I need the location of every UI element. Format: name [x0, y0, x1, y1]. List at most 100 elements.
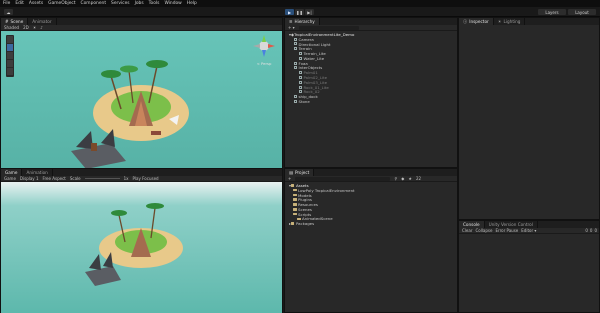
lighting-icon[interactable]: ☀ [33, 25, 37, 30]
gameobject-icon [299, 56, 302, 60]
packages-row[interactable]: ▸ Packages [289, 221, 455, 226]
gameobject-icon [294, 66, 297, 70]
scale-slider[interactable] [84, 178, 120, 179]
inspector-tabs: ⓘ Inspector ☀ Lighting [459, 18, 599, 25]
menu-services[interactable]: Services [111, 1, 130, 6]
menu-component[interactable]: Component [81, 1, 107, 6]
gameobject-icon [294, 42, 297, 46]
menu-window[interactable]: Window [164, 1, 181, 6]
asset-count: 22 [415, 176, 422, 181]
gameobject-icon [299, 80, 302, 84]
error-count[interactable]: 0 [594, 228, 597, 233]
star-icon[interactable]: ★ [408, 176, 412, 181]
audio-icon[interactable]: ♪ [40, 25, 43, 30]
tab-lighting[interactable]: ☀ Lighting [494, 18, 526, 25]
move-tool-icon[interactable] [7, 44, 13, 51]
tab-lighting-label: Lighting [503, 19, 521, 24]
project-tree: ▾ Assets LowPoly TropicalEnvironment Model… [289, 183, 455, 226]
tab-animator-label: Animator [32, 19, 52, 24]
scene-viewport[interactable]: < Persp [1, 31, 282, 168]
menu-tools[interactable]: Tools [149, 1, 160, 6]
game-island-render [85, 203, 183, 286]
tool-palette [6, 35, 14, 77]
tab-project-label: Project [294, 170, 310, 175]
menu-file[interactable]: File [3, 1, 10, 6]
menu-help[interactable]: Help [187, 1, 197, 6]
hierarchy-add-button[interactable]: + ▾ [288, 25, 295, 30]
folder-icon [293, 188, 297, 192]
gameobject-icon [299, 85, 302, 89]
inspector-panel: ⓘ Inspector ☀ Lighting [458, 17, 600, 220]
tab-game[interactable]: Game [1, 169, 23, 176]
hierarchy-item-label: Stone [298, 99, 310, 105]
menu-assets[interactable]: Assets [29, 1, 43, 6]
warning-count[interactable]: 0 [590, 228, 593, 233]
hierarchy-item[interactable]: Stone [289, 99, 455, 104]
collapse-button[interactable]: Collapse [475, 228, 492, 233]
play-button[interactable]: ▶ [285, 9, 294, 15]
scene-island-render [71, 60, 189, 168]
game-view-dropdown[interactable]: Game [4, 176, 16, 181]
tab-scene-label: Scene [10, 19, 24, 24]
light-icon: ☀ [497, 19, 502, 24]
tab-animation[interactable]: Animation [22, 169, 53, 176]
tab-version-control-label: Unity Version Control [488, 222, 533, 227]
pause-button[interactable]: ❚❚ [295, 9, 304, 15]
scale-label: Scale [69, 176, 81, 181]
tab-inspector-label: Inspector [469, 19, 489, 24]
tab-version-control[interactable]: Unity Version Control [485, 221, 538, 228]
scene-tab-icon: # [5, 19, 9, 24]
play-mode-dropdown[interactable]: Play Focused [133, 176, 159, 181]
hierarchy-tabs: ≡ Hierarchy [285, 18, 457, 25]
editor-dropdown[interactable]: Editor ▾ [521, 228, 536, 233]
display-dropdown[interactable]: Display 1 [20, 176, 39, 181]
project-add-button[interactable]: + [288, 176, 291, 181]
hand-tool-icon[interactable] [7, 36, 13, 43]
tab-project[interactable]: ▤ Project [285, 169, 315, 176]
gameobject-icon [294, 95, 297, 99]
tab-console[interactable]: Console [459, 221, 485, 228]
folder-icon [293, 193, 297, 197]
tab-animator[interactable]: Animator [28, 18, 57, 25]
folder-icon [297, 217, 301, 221]
clear-button[interactable]: Clear [462, 228, 472, 233]
shading-mode-dropdown[interactable]: Shaded [4, 25, 19, 30]
gameobject-icon [294, 100, 297, 104]
game-panel: Game Animation Game Display 1 Free Aspec… [0, 168, 283, 313]
error-pause-button[interactable]: Error Pause [495, 228, 518, 233]
project-folders: LowPoly TropicalEnvironment Models Plugins… [289, 188, 455, 221]
tab-scene[interactable]: # Scene [1, 18, 29, 25]
step-button[interactable]: ▶| [305, 9, 314, 15]
hierarchy-items: Camera Directional Light Terrain Terrain_Li… [289, 37, 455, 104]
menu-gameobject[interactable]: GameObject [48, 1, 75, 6]
label-icon[interactable]: ◆ [401, 176, 404, 181]
filter-icon[interactable]: ⚲ [394, 176, 397, 181]
menu-jobs[interactable]: Jobs [135, 1, 144, 6]
tab-animation-label: Animation [26, 170, 48, 175]
folder-icon [293, 198, 297, 202]
scene-gizmo[interactable]: < Persp [251, 33, 277, 67]
aspect-dropdown[interactable]: Free Aspect [42, 176, 65, 181]
hierarchy-search-input[interactable] [298, 25, 359, 30]
gameobject-icon [294, 37, 297, 41]
console-toolbar: Clear Collapse Error Pause Editor ▾ 0 0 … [459, 228, 599, 234]
2d-toggle[interactable]: 2D [23, 25, 29, 30]
layout-dropdown[interactable]: Layout [568, 9, 596, 15]
menu-edit[interactable]: Edit [15, 1, 24, 6]
project-toolbar: + ⚲ ◆ ★ 22 [285, 176, 457, 182]
account-button[interactable]: ☁ [4, 9, 13, 15]
project-tabs: ▤ Project [285, 169, 457, 176]
project-search-input[interactable] [295, 176, 391, 181]
tab-inspector[interactable]: ⓘ Inspector [459, 18, 494, 25]
rect-tool-icon[interactable] [7, 68, 13, 75]
folder-icon [293, 208, 297, 211]
scale-tool-icon[interactable] [7, 60, 13, 67]
rotate-tool-icon[interactable] [7, 52, 13, 59]
game-viewport[interactable] [1, 182, 282, 313]
tab-hierarchy[interactable]: ≡ Hierarchy [285, 18, 320, 25]
gameobject-icon [299, 71, 302, 75]
layers-dropdown[interactable]: Layers [538, 9, 566, 15]
persp-label[interactable]: < Persp [251, 61, 277, 66]
tab-game-label: Game [5, 170, 18, 175]
info-count[interactable]: 0 [585, 228, 588, 233]
